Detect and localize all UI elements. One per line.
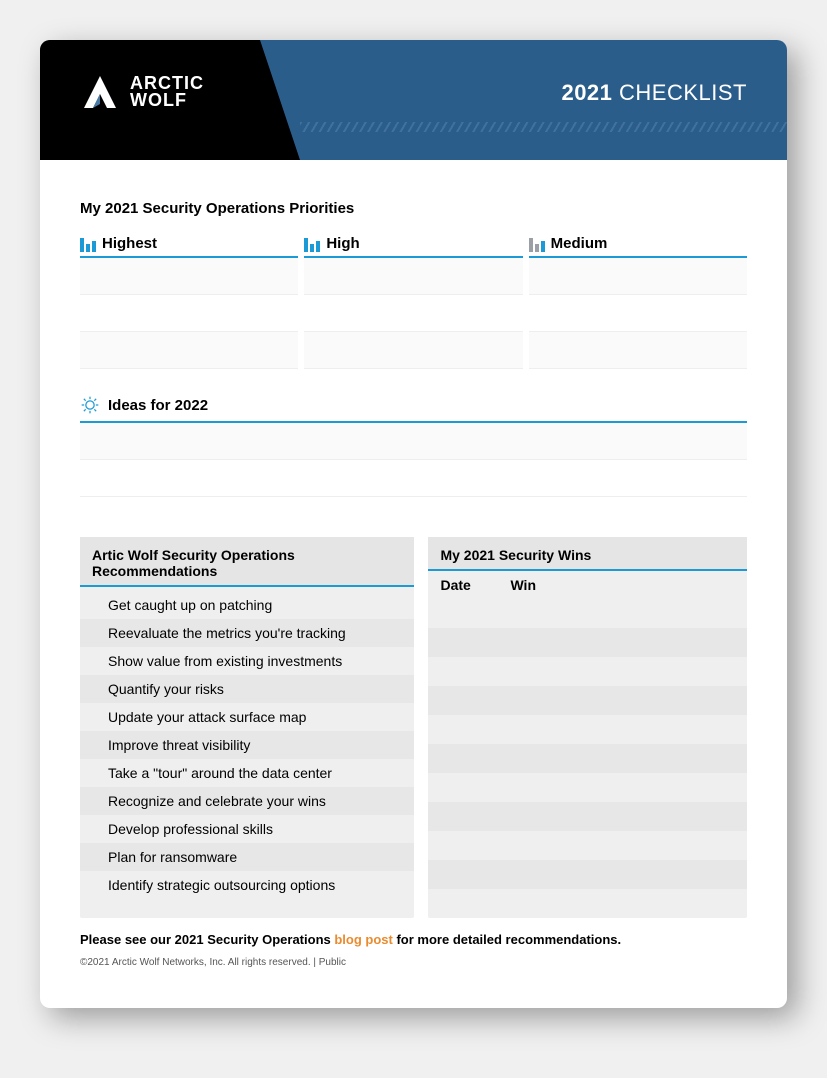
wins-row[interactable] — [428, 686, 747, 715]
document-page: ARCTIC WOLF 2021 CHECKLIST My 2021 Secur… — [40, 40, 787, 1008]
wins-row[interactable] — [428, 860, 747, 889]
recommendation-item: Update your attack surface map — [80, 703, 414, 731]
wins-col-win: Win — [510, 577, 536, 593]
recommendation-item: Take a "tour" around the data center — [80, 759, 414, 787]
header-title-rest: CHECKLIST — [612, 80, 747, 105]
wins-rows[interactable] — [428, 599, 747, 918]
wins-row[interactable] — [428, 744, 747, 773]
footer-post: for more detailed recommendations. — [393, 932, 621, 947]
priority-label: Medium — [551, 235, 608, 252]
header-year: 2021 — [561, 80, 612, 105]
header-title: 2021 CHECKLIST — [561, 80, 747, 106]
wins-panel: My 2021 Security Wins Date Win — [428, 537, 747, 918]
wins-row[interactable] — [428, 657, 747, 686]
brand-logo: ARCTIC WOLF — [80, 72, 204, 112]
priority-col-high: High — [304, 235, 522, 369]
recommendation-item: Identify strategic outsourcing options — [80, 871, 414, 899]
brand-text: ARCTIC WOLF — [130, 75, 204, 109]
wins-row[interactable] — [428, 889, 747, 918]
recommendations-title: Artic Wolf Security Operations Recommend… — [80, 537, 414, 587]
priorities-grid: Highest High Medium — [80, 235, 747, 369]
header-hatch-pattern — [300, 122, 787, 132]
arctic-wolf-icon — [80, 72, 120, 112]
wins-col-date: Date — [440, 577, 510, 593]
bars-icon — [529, 236, 545, 252]
footer-pre: Please see our 2021 Security Operations — [80, 932, 334, 947]
priority-col-highest: Highest — [80, 235, 298, 369]
wins-row[interactable] — [428, 628, 747, 657]
bars-icon — [80, 236, 96, 252]
wins-columns: Date Win — [428, 571, 747, 599]
footer-note: Please see our 2021 Security Operations … — [80, 932, 747, 947]
document-body: My 2021 Security Operations Priorities H… — [40, 160, 787, 1008]
brand-line2: WOLF — [130, 90, 187, 110]
header: ARCTIC WOLF 2021 CHECKLIST — [40, 40, 787, 160]
recommendation-item: Recognize and celebrate your wins — [80, 787, 414, 815]
recommendation-item: Quantify your risks — [80, 675, 414, 703]
recommendation-item: Improve threat visibility — [80, 731, 414, 759]
wins-row[interactable] — [428, 831, 747, 860]
lower-grid: Artic Wolf Security Operations Recommend… — [80, 537, 747, 918]
recommendation-item: Plan for ransomware — [80, 843, 414, 871]
recommendations-panel: Artic Wolf Security Operations Recommend… — [80, 537, 414, 918]
ideas-title: Ideas for 2022 — [108, 397, 208, 414]
copyright: ©2021 Arctic Wolf Networks, Inc. All rig… — [80, 957, 747, 968]
ideas-header: Ideas for 2022 — [80, 395, 747, 423]
priority-rows[interactable] — [304, 258, 522, 369]
priorities-title: My 2021 Security Operations Priorities — [80, 200, 747, 217]
priority-label: High — [326, 235, 359, 252]
wins-row[interactable] — [428, 773, 747, 802]
recommendations-list: Get caught up on patchingReevaluate the … — [80, 587, 414, 907]
priority-col-medium: Medium — [529, 235, 747, 369]
bars-icon — [304, 236, 320, 252]
priority-rows[interactable] — [529, 258, 747, 369]
recommendation-item: Reevaluate the metrics you're tracking — [80, 619, 414, 647]
ideas-rows[interactable] — [80, 423, 747, 497]
priority-label: Highest — [102, 235, 157, 252]
priority-rows[interactable] — [80, 258, 298, 369]
lightbulb-icon — [80, 395, 100, 415]
wins-row[interactable] — [428, 599, 747, 628]
recommendation-item: Get caught up on patching — [80, 591, 414, 619]
wins-row[interactable] — [428, 802, 747, 831]
wins-row[interactable] — [428, 715, 747, 744]
recommendation-item: Show value from existing investments — [80, 647, 414, 675]
wins-title: My 2021 Security Wins — [428, 537, 747, 571]
recommendation-item: Develop professional skills — [80, 815, 414, 843]
blog-post-link[interactable]: blog post — [334, 932, 393, 947]
